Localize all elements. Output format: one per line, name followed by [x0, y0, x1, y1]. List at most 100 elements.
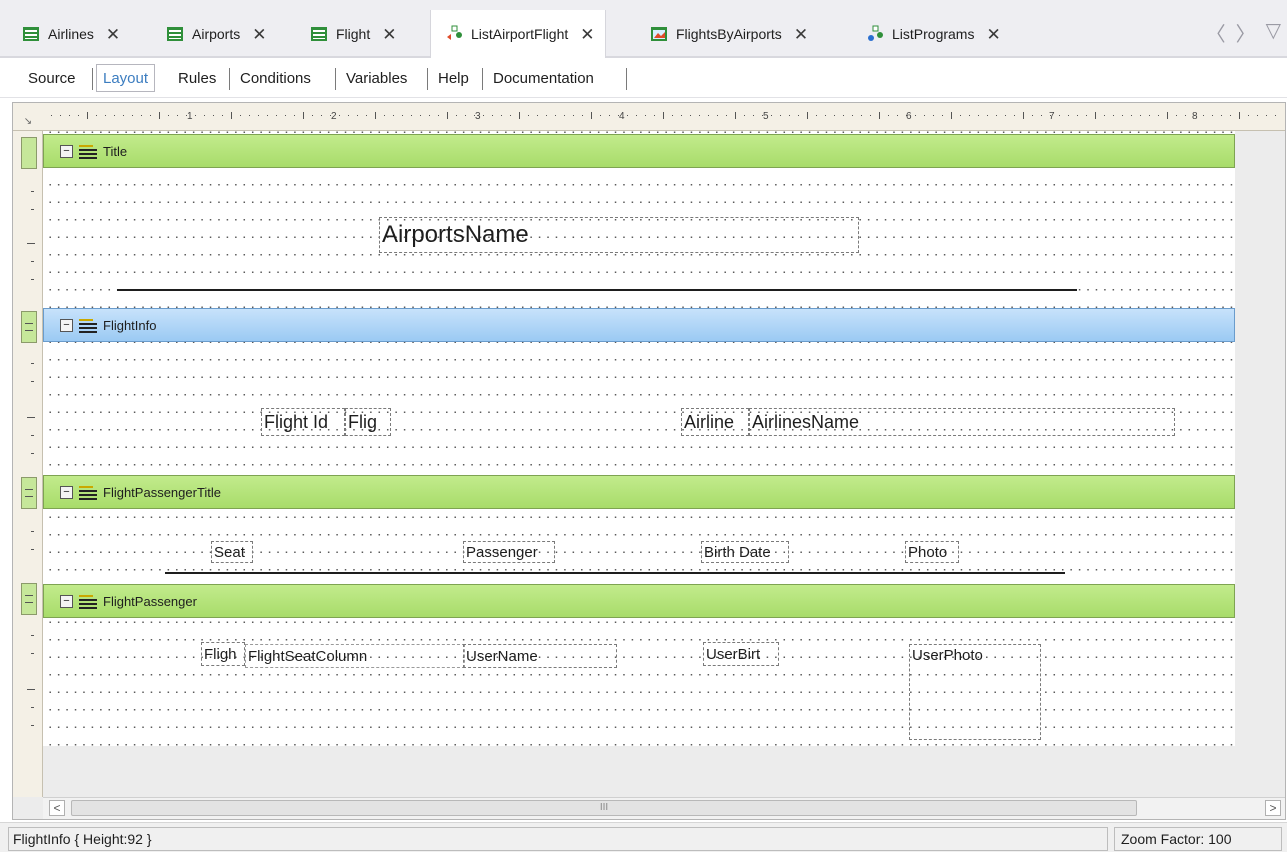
- ruler-tick: [204, 115, 205, 116]
- flight-id-attribute[interactable]: Flig: [345, 408, 391, 436]
- collapse-toggle[interactable]: −: [60, 318, 73, 332]
- ruler-tick: [969, 115, 970, 116]
- band-handle-passenger-title[interactable]: [21, 477, 37, 509]
- birthdate-header-label[interactable]: Birth Date: [701, 541, 789, 563]
- flightseatcolumn-attribute[interactable]: FlightSeatColumn: [245, 644, 465, 668]
- section-tab-rules[interactable]: Rules: [172, 64, 222, 92]
- ruler-tick: [1212, 115, 1213, 116]
- section-tab-conditions[interactable]: Conditions: [234, 64, 317, 92]
- ruler-corner-icon[interactable]: ↘: [13, 103, 43, 131]
- close-icon[interactable]: ✕: [794, 26, 808, 43]
- band-flightpassenger[interactable]: − FlightPassenger: [43, 584, 1235, 618]
- ruler-tick: [780, 115, 781, 116]
- ruler-tick: [915, 115, 916, 116]
- collapse-toggle[interactable]: −: [60, 485, 73, 499]
- object-section-bar: Source Layout Rules Conditions Variables…: [0, 58, 1287, 98]
- section-tab-source[interactable]: Source: [22, 64, 82, 92]
- scroll-right-button[interactable]: >: [1265, 800, 1281, 816]
- ruler-tick: [249, 115, 250, 116]
- band-handle-passenger[interactable]: [21, 583, 37, 615]
- ruler-tick: [546, 115, 547, 116]
- ruler-tick: [1149, 115, 1150, 116]
- ruler-tick: [1086, 115, 1087, 116]
- chevron-right-icon[interactable]: 〉: [1236, 18, 1256, 47]
- section-tab-layout[interactable]: Layout: [96, 64, 156, 92]
- ruler-tick: [555, 115, 556, 116]
- airline-label[interactable]: Airline: [681, 408, 749, 436]
- tab-label: Flight: [336, 26, 371, 42]
- scroll-thumb[interactable]: III: [71, 800, 1137, 816]
- ruler-tick: [31, 531, 34, 532]
- ruler-tick: [1185, 115, 1186, 116]
- ruler-tick: [258, 115, 259, 116]
- ruler-tick: [627, 115, 628, 116]
- ruler-tick: [384, 115, 385, 116]
- tab-flightsbyairports[interactable]: FlightsByAirports ✕: [636, 12, 818, 56]
- separator-line[interactable]: [117, 289, 1077, 291]
- band-flightpassengertitle[interactable]: − FlightPassengerTitle: [43, 475, 1235, 509]
- section-separator: [626, 68, 627, 90]
- tab-flight[interactable]: Flight ✕: [296, 12, 406, 56]
- ruler-tick: [159, 112, 160, 119]
- status-selection-info: FlightInfo { Height:92 }: [8, 827, 1108, 851]
- ruler-tick: [31, 635, 34, 636]
- band-handle-flightinfo[interactable]: [21, 311, 37, 343]
- ruler-tick: [573, 115, 574, 116]
- flight-id-label[interactable]: Flight Id: [261, 408, 345, 436]
- close-icon[interactable]: ✕: [382, 26, 396, 43]
- tab-airlines[interactable]: Airlines ✕: [8, 12, 130, 56]
- ruler-tick: [672, 115, 673, 116]
- chevron-left-icon[interactable]: 〈: [1206, 18, 1226, 47]
- ruler-tick: [321, 115, 322, 116]
- ruler-tick: [141, 115, 142, 116]
- passenger-header-label[interactable]: Passenger: [463, 541, 555, 563]
- procedure-icon: [866, 25, 884, 43]
- username-attribute[interactable]: UserName: [463, 644, 617, 668]
- scroll-left-button[interactable]: <: [49, 800, 65, 816]
- section-tab-help[interactable]: Help: [432, 64, 475, 92]
- userbirthdate-attribute[interactable]: UserBirt: [703, 642, 779, 666]
- tab-listairportflight[interactable]: ListAirportFlight ✕: [430, 10, 606, 58]
- ruler-tick: [1095, 112, 1096, 119]
- ruler-tick: [213, 115, 214, 116]
- close-icon[interactable]: ✕: [986, 26, 1000, 43]
- close-icon[interactable]: ✕: [580, 26, 594, 43]
- tab-label: Airlines: [48, 26, 94, 42]
- section-tab-variables[interactable]: Variables: [340, 64, 413, 92]
- band-label: FlightPassenger: [103, 593, 197, 609]
- close-icon[interactable]: ✕: [252, 26, 266, 43]
- section-tab-documentation[interactable]: Documentation: [487, 64, 600, 92]
- ruler-ticks: [51, 112, 1276, 119]
- ruler-tick: [645, 115, 646, 116]
- tab-label: ListPrograms: [892, 26, 975, 42]
- section-separator: [482, 68, 483, 90]
- close-icon[interactable]: ✕: [106, 26, 120, 43]
- collapse-toggle[interactable]: −: [60, 144, 73, 158]
- ruler-tick: [87, 112, 88, 119]
- separator-line[interactable]: [165, 572, 1065, 574]
- band-flightinfo[interactable]: − FlightInfo: [43, 308, 1235, 342]
- seat-header-label[interactable]: Seat: [211, 541, 253, 563]
- ruler-tick: [744, 115, 745, 116]
- airportsname-attribute[interactable]: AirportsName: [379, 217, 859, 253]
- collapse-toggle[interactable]: −: [60, 594, 73, 608]
- tab-listprograms[interactable]: ListPrograms ✕: [852, 12, 1011, 56]
- chevron-down-icon[interactable]: ▽: [1266, 18, 1281, 47]
- report-canvas[interactable]: − Title AirportsName − FlightInfo Flight…: [43, 131, 1235, 746]
- band-handle-title[interactable]: [21, 137, 37, 169]
- flightseat-attribute[interactable]: Fligh: [201, 642, 245, 666]
- printblock-icon: [79, 485, 97, 500]
- airlinesname-attribute[interactable]: AirlinesName: [749, 408, 1175, 436]
- tab-airports[interactable]: Airports ✕: [152, 12, 276, 56]
- section-separator: [427, 68, 428, 90]
- photo-header-label[interactable]: Photo: [905, 541, 959, 563]
- ruler-tick: [31, 435, 34, 436]
- horizontal-scrollbar[interactable]: < III >: [43, 797, 1285, 819]
- ruler-tick: [366, 115, 367, 116]
- ruler-tick: [1014, 115, 1015, 116]
- band-title[interactable]: − Title: [43, 134, 1235, 168]
- userphoto-attribute[interactable]: UserPhoto: [909, 644, 1041, 740]
- ruler-tick: [681, 115, 682, 116]
- ruler-tick: [690, 115, 691, 116]
- vertical-ruler: [13, 131, 43, 797]
